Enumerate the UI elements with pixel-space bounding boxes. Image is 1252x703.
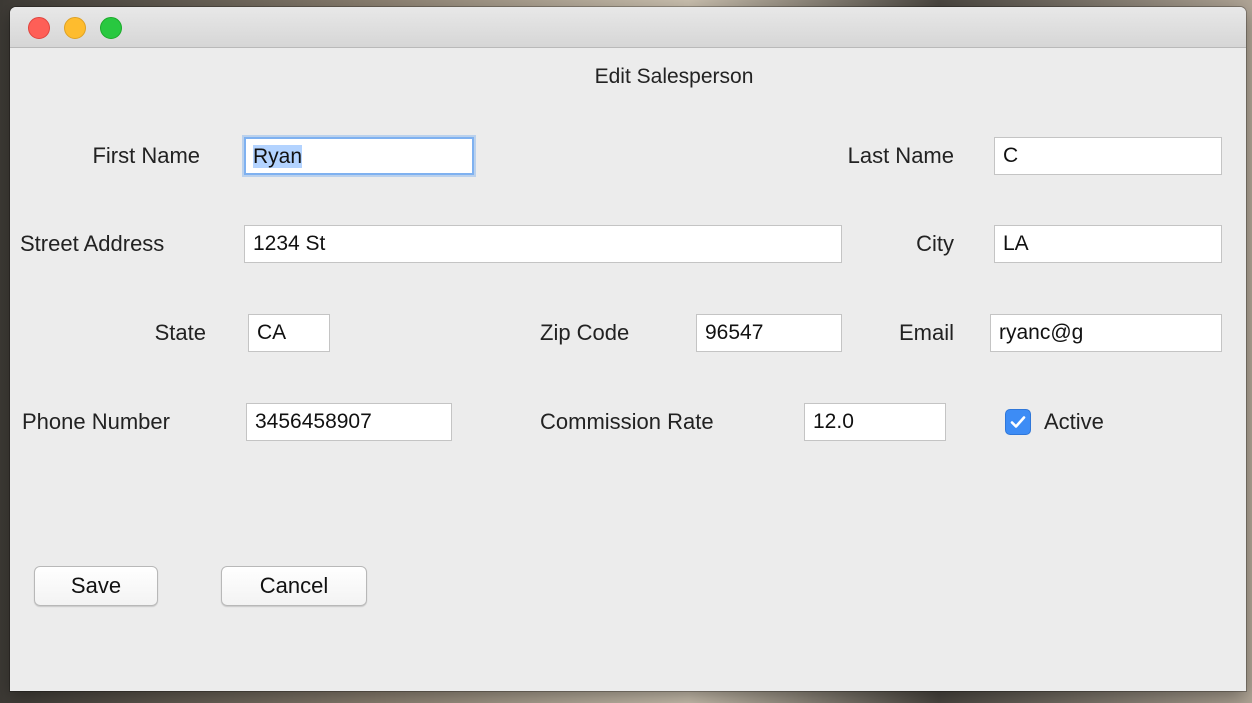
phone-number-label: Phone Number <box>22 409 170 434</box>
phone-number-value: 3456458907 <box>255 410 372 433</box>
street-address-field[interactable]: 1234 St <box>244 225 842 263</box>
commission-rate-field[interactable]: 12.0 <box>804 403 946 441</box>
street-address-value: 1234 St <box>253 232 326 255</box>
active-checkbox[interactable] <box>1005 409 1031 435</box>
first-name-value: Ryan <box>253 145 303 168</box>
window-titlebar[interactable] <box>10 7 1246 48</box>
close-window-button[interactable] <box>28 17 50 39</box>
first-name-label: First Name <box>92 143 200 168</box>
last-name-value: C <box>1003 144 1019 167</box>
zoom-window-button[interactable] <box>100 17 122 39</box>
email-value: ryanc@g <box>999 321 1084 344</box>
dialog-title: Edit Salesperson <box>594 65 754 88</box>
state-value: CA <box>257 321 287 344</box>
save-button[interactable]: Save <box>34 566 158 606</box>
edit-salesperson-window: Edit Salesperson First Name Ryan Last Na… <box>10 7 1246 691</box>
zip-code-value: 96547 <box>705 321 764 344</box>
phone-number-field[interactable]: 3456458907 <box>246 403 452 441</box>
zip-code-label: Zip Code <box>540 320 630 345</box>
minimize-window-button[interactable] <box>64 17 86 39</box>
first-name-field[interactable]: Ryan <box>244 137 474 175</box>
commission-rate-value: 12.0 <box>813 410 854 433</box>
last-name-label: Last Name <box>847 143 954 168</box>
cancel-button[interactable]: Cancel <box>221 566 367 606</box>
state-field[interactable]: CA <box>248 314 330 352</box>
commission-rate-label: Commission Rate <box>540 409 714 434</box>
zip-code-field[interactable]: 96547 <box>696 314 842 352</box>
active-label[interactable]: Active <box>1044 403 1144 441</box>
city-field[interactable]: LA <box>994 225 1222 263</box>
checkmark-icon <box>1010 416 1026 428</box>
city-label: City <box>916 231 954 256</box>
email-label: Email <box>898 320 954 345</box>
street-address-label: Street Address <box>20 231 165 256</box>
email-field[interactable]: ryanc@g <box>990 314 1222 352</box>
last-name-field[interactable]: C <box>994 137 1222 175</box>
state-label: State <box>154 320 206 345</box>
city-value: LA <box>1003 232 1029 255</box>
